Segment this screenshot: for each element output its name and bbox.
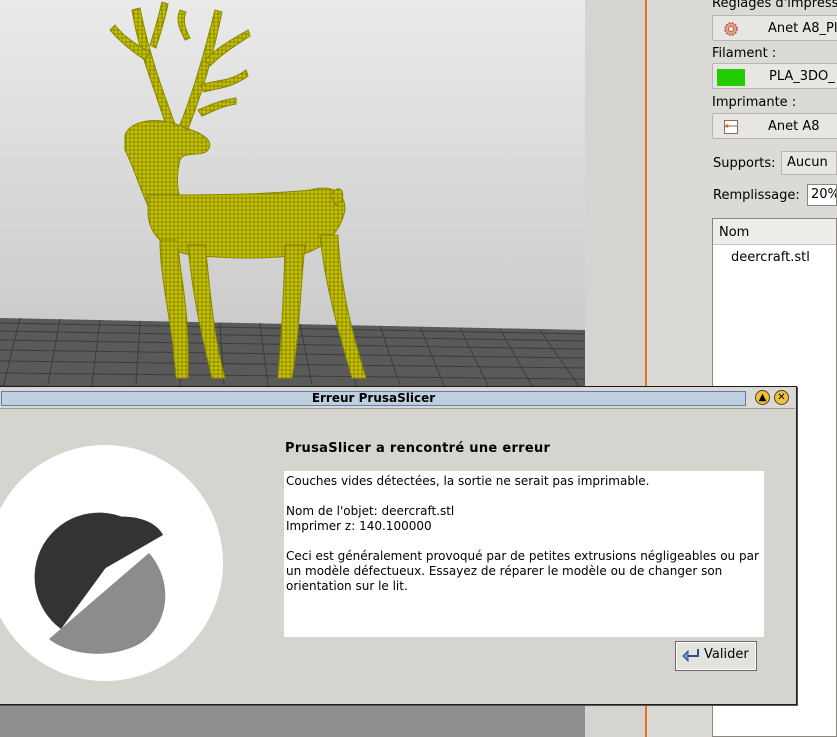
logo-mark [34,512,166,654]
print-settings-value: Anet A8_Pl [768,21,837,36]
error-print-z: Imprimer z: 140.100000 [286,519,432,533]
printer-icon [724,120,738,134]
print-settings-combo[interactable]: Anet A8_Pl [712,15,837,41]
object-list-header[interactable]: Nom [713,219,836,245]
ok-label: Valider [704,647,749,662]
dialog-title: Erreur PrusaSlicer [311,391,436,405]
filament-color-swatch [717,69,745,86]
error-heading: PrusaSlicer a rencontré une erreur [285,441,551,456]
infill-value: 20% [811,187,836,202]
viewport-bottom [0,705,585,737]
prusaslicer-logo [0,445,223,681]
object-name: deercraft.stl [731,250,810,265]
column-name-label: Nom [719,225,750,240]
supports-label: Supports: [713,156,776,171]
close-icon: ✕ [777,392,786,403]
error-dialog: Erreur PrusaSlicer ▲ ✕ PrusaSlicer a ren… [0,386,797,705]
maximize-button[interactable]: ▲ [755,390,770,405]
filament-value: PLA_3DO_ [769,69,835,84]
filament-combo[interactable]: PLA_3DO_ [712,63,837,89]
print-settings-label: Réglages d'impress [712,0,837,11]
printer-combo[interactable]: Anet A8 [712,113,837,139]
printer-value: Anet A8 [768,119,820,134]
error-hint: Ceci est généralement provoqué par de pe… [286,549,759,593]
error-message-box: Couches vides détectées, la sortie ne se… [284,471,764,637]
supports-value: Aucun [787,155,828,170]
printer-label: Imprimante : [712,95,797,110]
dialog-titlebar[interactable]: Erreur PrusaSlicer ▲ ✕ [0,388,795,409]
infill-input[interactable]: 20% [807,184,837,206]
error-object-name: Nom de l'objet: deercraft.stl [286,504,455,518]
filament-label: Filament : [712,46,777,61]
ok-button[interactable]: Valider [675,641,757,671]
supports-combo[interactable]: Aucun [781,151,837,175]
chevron-up-icon: ▲ [758,392,767,403]
list-item[interactable]: deercraft.stl [731,250,810,265]
return-arrow-icon [682,649,699,663]
cog-icon [724,22,738,36]
dialog-body: PrusaSlicer a rencontré une erreur Couch… [0,409,796,704]
close-button[interactable]: ✕ [774,390,789,405]
error-summary: Couches vides détectées, la sortie ne se… [286,474,650,488]
infill-label: Remplissage: [713,188,800,203]
